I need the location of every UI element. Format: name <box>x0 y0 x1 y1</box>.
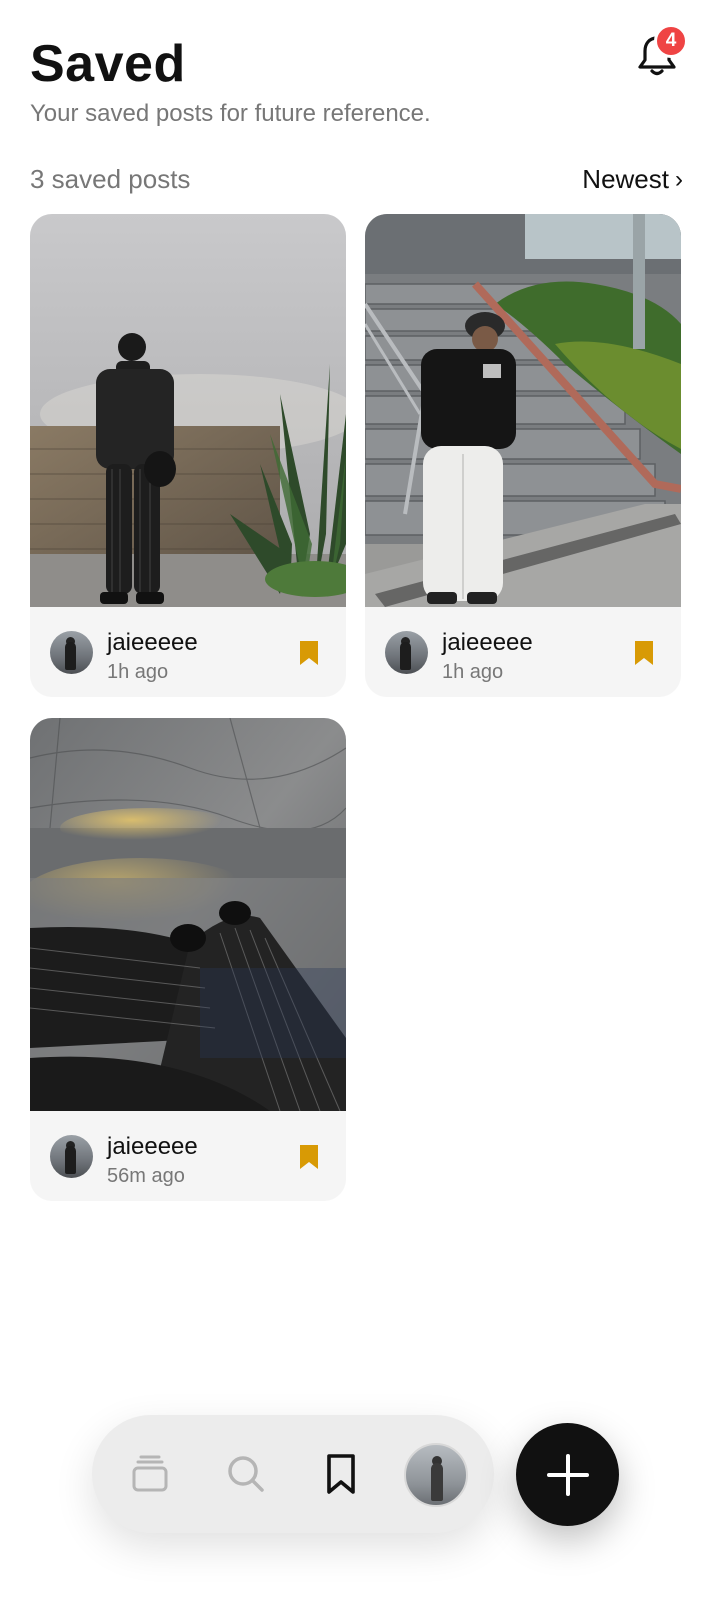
notification-badge: 4 <box>654 24 688 58</box>
feed-icon <box>132 1455 168 1492</box>
post-photo[interactable] <box>365 214 681 607</box>
saved-screen: Saved Your saved posts for future refere… <box>0 0 725 1600</box>
page-title: Saved <box>30 35 186 93</box>
bookmark-filled-icon[interactable] <box>298 639 320 667</box>
post-username[interactable]: jaieeeee <box>442 629 533 657</box>
sort-label: Newest <box>582 164 669 194</box>
saved-post-card[interactable]: jaieeeee 56m ago <box>30 718 346 1201</box>
post-time: 56m ago <box>107 1165 185 1187</box>
chevron-right-icon: › <box>675 165 683 193</box>
nav-search-button[interactable] <box>214 1442 278 1506</box>
post-photo[interactable] <box>30 718 346 1111</box>
post-meta: jaieeeee 1h ago <box>365 607 681 697</box>
plus-icon <box>546 1453 589 1496</box>
post-time: 1h ago <box>107 661 169 683</box>
avatar[interactable] <box>50 1135 93 1178</box>
search-icon <box>228 1456 264 1492</box>
post-meta: jaieeeee 56m ago <box>30 1111 346 1201</box>
bookmark-filled-icon[interactable] <box>298 1143 320 1171</box>
create-post-button[interactable] <box>516 1423 619 1526</box>
saved-post-card[interactable]: jaieeeee 1h ago <box>365 214 681 697</box>
avatar[interactable] <box>385 631 428 674</box>
saved-count: 3 saved posts <box>30 164 191 194</box>
post-time: 1h ago <box>442 661 504 683</box>
nav-feed-button[interactable] <box>118 1442 182 1506</box>
sort-button[interactable]: Newest › <box>582 164 683 195</box>
bottom-nav <box>92 1415 494 1533</box>
nav-profile-avatar[interactable] <box>404 1443 468 1507</box>
bookmark-icon <box>327 1454 355 1494</box>
saved-post-card[interactable]: jaieeeee 1h ago <box>30 214 346 697</box>
bookmark-filled-icon[interactable] <box>633 639 655 667</box>
post-username[interactable]: jaieeeee <box>107 1133 198 1161</box>
page-subtitle: Your saved posts for future reference. <box>30 100 431 127</box>
nav-saved-button[interactable] <box>309 1442 373 1506</box>
post-photo[interactable] <box>30 214 346 607</box>
post-username[interactable]: jaieeeee <box>107 629 198 657</box>
avatar[interactable] <box>50 631 93 674</box>
post-meta: jaieeeee 1h ago <box>30 607 346 697</box>
